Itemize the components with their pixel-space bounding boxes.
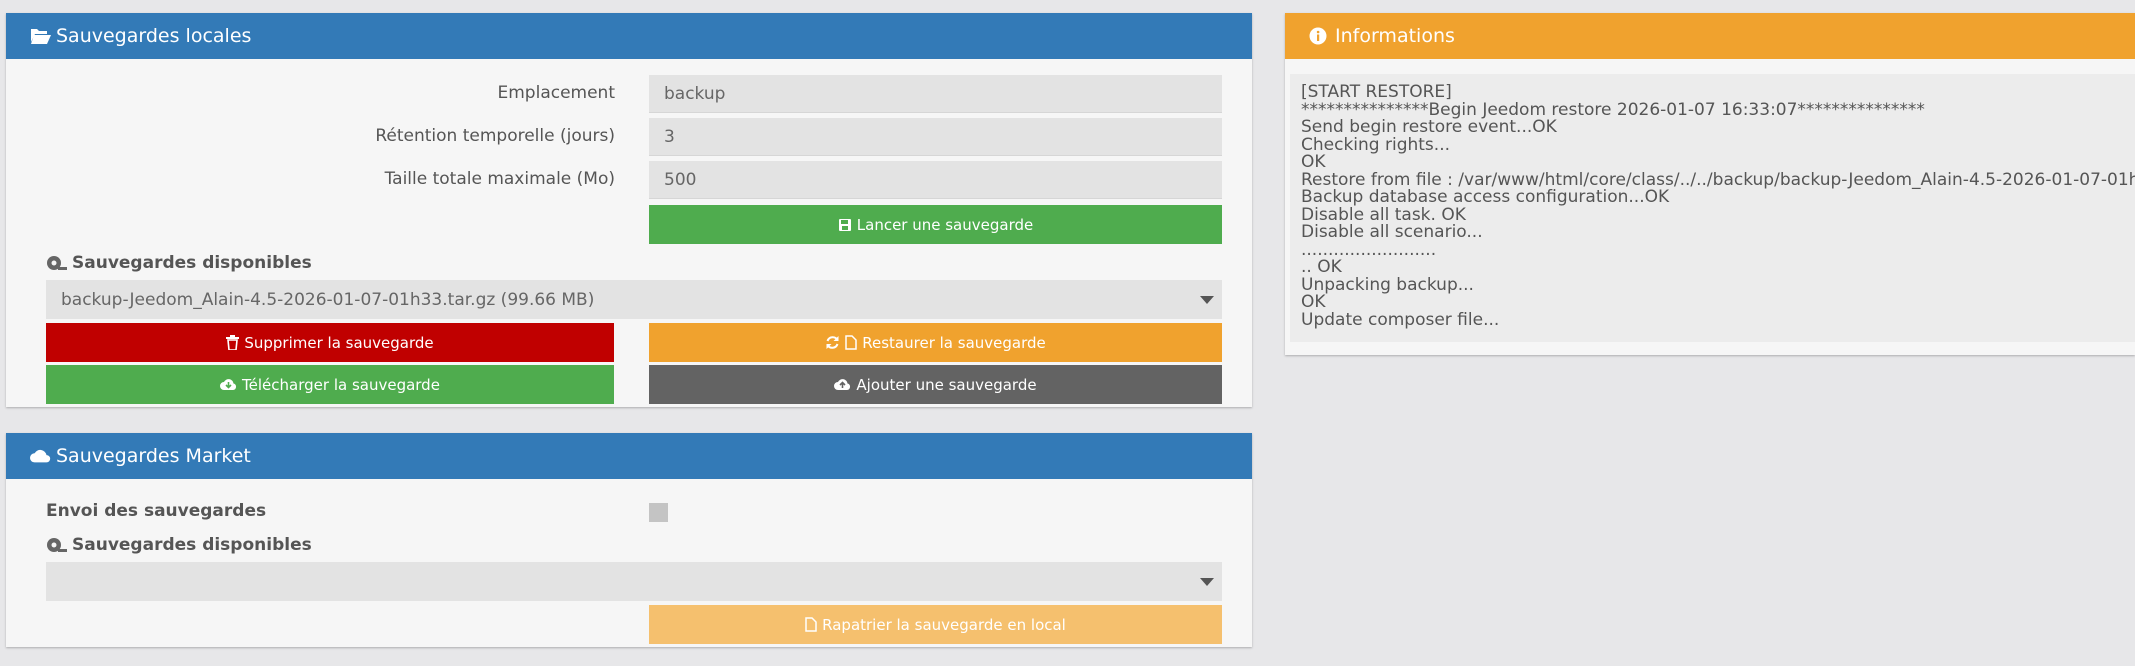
location-field[interactable]: backup xyxy=(649,75,1222,113)
market-backups-panel: Sauvegardes Market Envoi des sauvegardes… xyxy=(6,433,1252,647)
max-size-field[interactable]: 500 xyxy=(649,161,1222,199)
cloud-download-icon xyxy=(220,379,237,390)
file-icon xyxy=(805,617,817,632)
cloud-upload-icon xyxy=(834,379,851,390)
file-icon xyxy=(845,335,857,350)
save-icon xyxy=(838,218,851,231)
informations-title: Informations xyxy=(1335,25,1455,47)
market-available-backups-label: Sauvegardes disponibles xyxy=(46,535,312,555)
send-backups-checkbox[interactable] xyxy=(649,503,668,522)
add-backup-button[interactable]: Ajouter une sauvegarde xyxy=(649,365,1222,404)
max-size-label: Taille totale maximale (Mo) xyxy=(384,169,615,189)
download-backup-button[interactable]: Télécharger la sauvegarde xyxy=(46,365,614,404)
local-backups-header: Sauvegardes locales xyxy=(6,13,1252,59)
chevron-down-icon xyxy=(1200,577,1214,586)
delete-backup-label: Supprimer la sauvegarde xyxy=(244,333,434,352)
retention-field[interactable]: 3 xyxy=(649,118,1222,156)
trash-icon xyxy=(226,335,240,350)
informations-header: Informations xyxy=(1285,13,2135,59)
send-backups-label: Envoi des sauvegardes xyxy=(46,501,267,521)
local-backups-title: Sauvegardes locales xyxy=(56,25,252,47)
location-label: Emplacement xyxy=(497,83,616,103)
repatriate-backup-button[interactable]: Rapatrier la sauvegarde en local xyxy=(649,605,1222,644)
restore-log: [START RESTORE] ***************Begin Jee… xyxy=(1290,74,2135,342)
restore-backup-button[interactable]: Restaurer la sauvegarde xyxy=(649,323,1222,362)
market-backups-title: Sauvegardes Market xyxy=(56,445,251,467)
launch-backup-label: Lancer une sauvegarde xyxy=(856,215,1034,234)
restore-backup-label: Restaurer la sauvegarde xyxy=(862,333,1046,352)
available-backups-label: Sauvegardes disponibles xyxy=(46,253,312,273)
launch-backup-button[interactable]: Lancer une sauvegarde xyxy=(649,205,1222,244)
delete-backup-button[interactable]: Supprimer la sauvegarde xyxy=(46,323,614,362)
info-circle-icon xyxy=(1309,25,1331,47)
cloud-icon xyxy=(30,445,52,467)
add-backup-label: Ajouter une sauvegarde xyxy=(856,375,1037,394)
market-backups-header: Sauvegardes Market xyxy=(6,433,1252,479)
refresh-icon xyxy=(826,336,839,349)
folder-open-icon xyxy=(30,25,52,47)
selected-backup-value: backup-Jeedom_Alain-4.5-2026-01-07-01h33… xyxy=(61,289,595,310)
market-backups-select[interactable] xyxy=(46,562,1222,601)
repatriate-backup-label: Rapatrier la sauvegarde en local xyxy=(822,615,1066,634)
chevron-down-icon xyxy=(1200,295,1214,304)
retention-label: Rétention temporelle (jours) xyxy=(375,126,615,146)
local-backups-panel: Sauvegardes locales Emplacement backup R… xyxy=(6,13,1252,407)
available-backups-select[interactable]: backup-Jeedom_Alain-4.5-2026-01-07-01h33… xyxy=(46,280,1222,319)
hdd-icon xyxy=(47,538,67,552)
hdd-icon xyxy=(47,256,67,270)
informations-panel: Informations [START RESTORE] ***********… xyxy=(1285,13,2135,355)
download-backup-label: Télécharger la sauvegarde xyxy=(242,375,440,394)
